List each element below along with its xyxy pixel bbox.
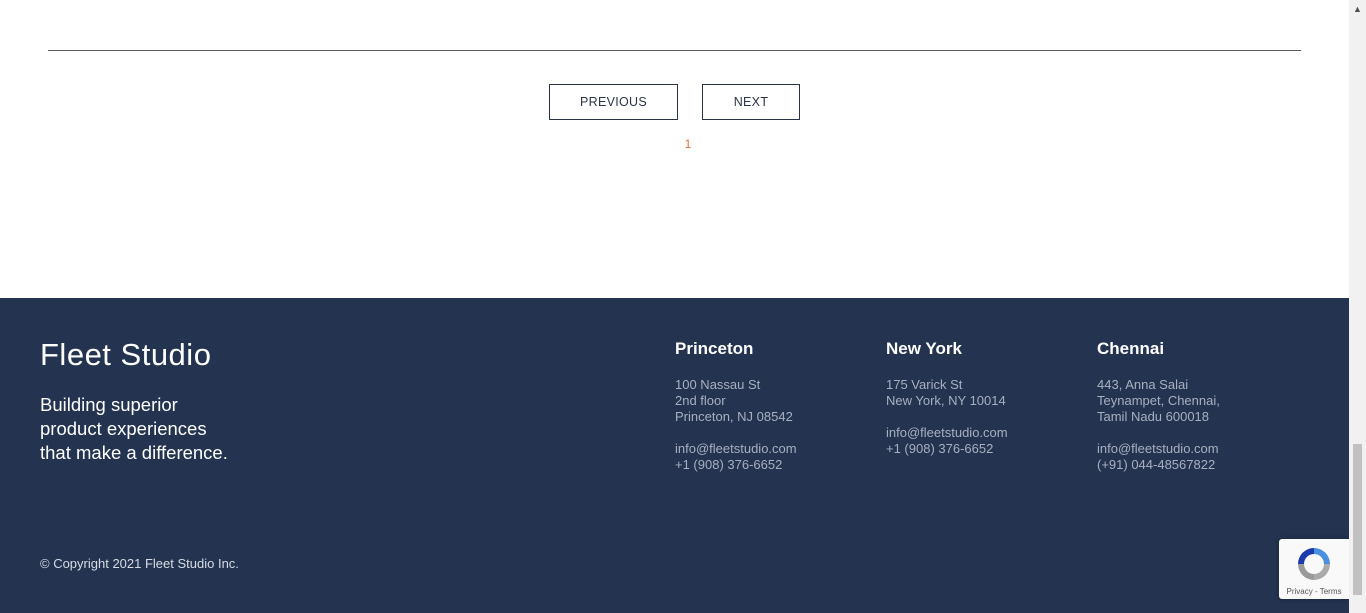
previous-button[interactable]: PREVIOUS <box>549 84 678 120</box>
office-phone-link[interactable]: +1 (908) 376-6652 <box>886 441 1086 457</box>
office-city: Princeton <box>675 339 754 358</box>
recaptcha-badge[interactable]: Privacy - Terms <box>1279 539 1349 599</box>
office-new-york: New York 175 Varick St New York, NY 1001… <box>886 339 1086 457</box>
office-address-line: Teynampet, Chennai, <box>1097 393 1220 408</box>
page-number-current[interactable]: 1 <box>684 137 692 151</box>
office-address-line: New York, NY 10014 <box>886 393 1006 408</box>
office-address-line: 100 Nassau St <box>675 377 761 392</box>
tagline-line: product experiences <box>40 418 207 439</box>
office-chennai: Chennai 443, Anna Salai Teynampet, Chenn… <box>1097 339 1297 473</box>
recaptcha-icon <box>1298 548 1330 580</box>
recaptcha-links[interactable]: Privacy - Terms <box>1279 587 1349 596</box>
scroll-up-arrow-icon[interactable]: ▲ <box>1349 2 1366 16</box>
footer-tagline: Building superior product experiences th… <box>40 393 300 465</box>
office-address-line: 175 Varick St <box>886 377 963 392</box>
vertical-scrollbar[interactable]: ▲ <box>1349 0 1366 613</box>
site-footer: Fleet Studio Building superior product e… <box>0 298 1349 613</box>
scrollbar-thumb[interactable] <box>1353 444 1362 595</box>
office-princeton: Princeton 100 Nassau St 2nd floor Prince… <box>675 339 875 473</box>
office-address-line: 443, Anna Salai <box>1097 377 1189 392</box>
office-phone-link[interactable]: +1 (908) 376-6652 <box>675 457 875 473</box>
office-email-link[interactable]: info@fleetstudio.com <box>675 441 875 457</box>
office-email-link[interactable]: info@fleetstudio.com <box>886 425 1086 441</box>
tagline-line: that make a difference. <box>40 442 228 463</box>
copyright-text: © Copyright 2021 Fleet Studio Inc. <box>40 556 239 571</box>
office-phone-link[interactable]: (+91) 044-48567822 <box>1097 457 1297 473</box>
footer-brand[interactable]: Fleet Studio <box>40 337 211 373</box>
next-button[interactable]: NEXT <box>702 84 800 120</box>
office-city: New York <box>886 339 962 358</box>
office-address-line: 2nd floor <box>675 393 726 408</box>
office-city: Chennai <box>1097 339 1165 358</box>
office-email-link[interactable]: info@fleetstudio.com <box>1097 441 1297 457</box>
office-address-line: Tamil Nadu 600018 <box>1097 409 1210 424</box>
office-address-line: Princeton, NJ 08542 <box>675 409 793 424</box>
page-content: PREVIOUS NEXT 1 Fleet Studio Building su… <box>0 0 1349 613</box>
section-divider <box>48 50 1301 51</box>
tagline-line: Building superior <box>40 394 178 415</box>
